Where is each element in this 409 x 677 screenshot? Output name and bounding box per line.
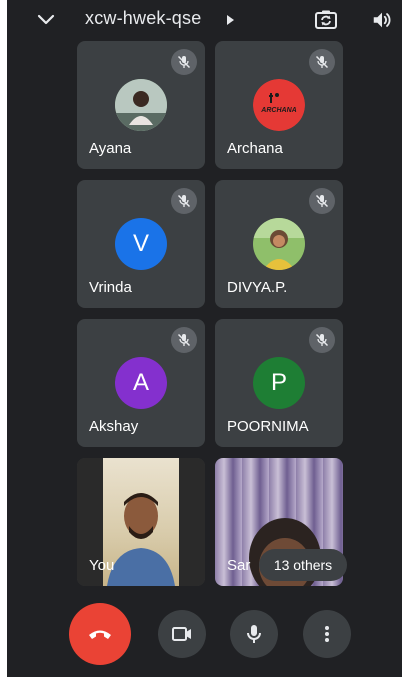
archana-logo-icon: ARCHANA [253,79,305,131]
camera-toggle-button[interactable] [158,610,206,658]
participant-tile-vrinda[interactable]: V Vrinda [77,180,205,308]
end-call-button[interactable] [69,603,131,665]
meeting-code[interactable]: xcw-hwek-qse [85,8,201,29]
avatar-initial: A [132,369,149,396]
profile-photo-icon [115,79,167,131]
participant-tile-archana[interactable]: ARCHANA Archana [215,41,343,169]
participant-name: Akshay [89,418,139,435]
more-vertical-icon [325,626,329,642]
avatar-initial: P [270,369,287,396]
speaker-icon[interactable] [371,9,393,31]
avatar: P [253,357,305,409]
participant-tile-divya[interactable]: DIVYA.P. [215,180,343,308]
avatar [115,79,167,131]
microphone-icon [247,625,261,643]
participant-name: Sar [227,557,251,574]
video-camera-icon [172,627,191,641]
mic-off-icon [309,327,335,353]
participant-tile-poornima[interactable]: P POORNIMA [215,319,343,447]
profile-photo-icon [253,218,305,270]
avatar: ARCHANA [253,79,305,131]
participant-tile-you[interactable]: You [77,458,205,586]
mic-off-icon [309,49,335,75]
end-call-icon [89,630,111,639]
participant-name: POORNIMA [227,418,309,435]
logo-text: ARCHANA [260,107,296,114]
avatar-initial: V [132,230,149,257]
avatar [253,218,305,270]
participant-name: Vrinda [89,279,132,296]
person-silhouette-icon [107,493,175,586]
more-options-button[interactable] [303,610,351,658]
meet-call-screen: xcw-hwek-qse Ayana ARCHANA Archana V Vri… [7,0,402,677]
microphone-toggle-button[interactable] [230,610,278,658]
avatar: A [115,357,167,409]
video-frame [103,458,179,586]
chevron-down-icon[interactable] [36,10,56,30]
mic-off-icon [309,188,335,214]
mic-off-icon [171,49,197,75]
mic-off-icon [171,188,197,214]
participant-name: Ayana [89,140,132,157]
others-count-chip[interactable]: 13 others [259,549,347,581]
participant-tile-ayana[interactable]: Ayana [77,41,205,169]
mic-off-icon [171,327,197,353]
caret-right-icon[interactable] [225,14,235,26]
participant-name: Archana [227,140,283,157]
participant-name: DIVYA.P. [227,279,288,296]
participant-name: You [89,557,115,574]
avatar: V [115,218,167,270]
top-bar: xcw-hwek-qse [7,0,402,40]
switch-camera-icon[interactable] [314,8,338,32]
participant-tile-akshay[interactable]: A Akshay [77,319,205,447]
